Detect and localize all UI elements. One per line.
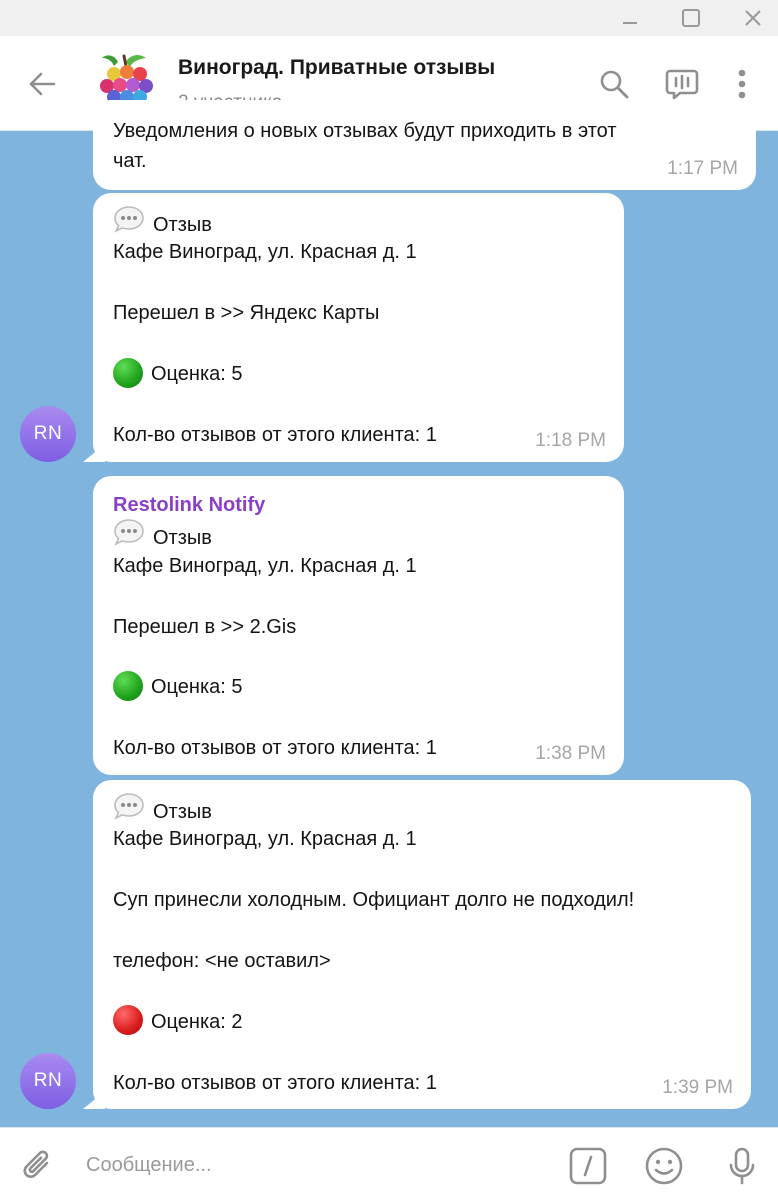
speech-bubble-icon <box>113 518 145 555</box>
video-chat-icon[interactable] <box>662 64 702 104</box>
review-header: Отзыв <box>113 206 437 237</box>
speech-bubble-icon <box>113 205 145 242</box>
rating-text: Оценка: 5 <box>151 676 243 699</box>
green-circle-icon <box>113 357 143 388</box>
message-input-bar <box>0 1127 778 1200</box>
search-icon[interactable] <box>594 64 634 104</box>
review-phone: телефон: <не оставил> <box>113 949 331 972</box>
message-time: 1:18 PM <box>535 429 606 451</box>
sender-name[interactable]: Restolink Notify <box>113 490 437 520</box>
review-rating: Оценка: 2 <box>113 1005 634 1037</box>
message-text: чат. <box>113 150 147 173</box>
avatar[interactable]: RN <box>20 1053 76 1109</box>
message-time: 1:39 PM <box>662 1076 733 1098</box>
review-count: Кол-во отзывов от этого клиента: 1 <box>113 1071 437 1094</box>
review-label: Отзыв <box>153 527 212 550</box>
avatar[interactable]: RN <box>20 406 76 462</box>
review-count: Кол-во отзывов от этого клиента: 1 <box>113 737 437 760</box>
message-bubble[interactable]: Отзыв Кафе Виноград, ул. Красная д. 1 Пе… <box>93 193 624 462</box>
review-place: Кафе Виноград, ул. Красная д. 1 <box>113 241 417 264</box>
red-circle-icon <box>113 1005 143 1036</box>
message-bubble[interactable]: Отзыв Кафе Виноград, ул. Красная д. 1 Су… <box>93 780 751 1109</box>
message-text: Уведомления о новых отзывах будут приход… <box>113 120 617 142</box>
review-label: Отзыв <box>153 213 212 236</box>
message-bubble[interactable]: Restolink Notify Отзыв Кафе Виноград, ул… <box>93 476 624 775</box>
rating-text: Оценка: 2 <box>151 1010 243 1033</box>
review-rating: Оценка: 5 <box>113 357 437 389</box>
review-place: Кафе Виноград, ул. Красная д. 1 <box>113 828 417 851</box>
review-text: Суп принесли холодным. Официант долго не… <box>113 889 635 912</box>
review-header: Отзыв <box>113 519 437 550</box>
microphone-icon[interactable] <box>720 1144 764 1188</box>
review-count: Кол-во отзывов от этого клиента: 1 <box>113 423 437 446</box>
green-circle-icon <box>113 671 143 702</box>
emoji-icon[interactable] <box>642 1144 686 1188</box>
rating-text: Оценка: 5 <box>151 362 243 385</box>
slash-commands-icon[interactable] <box>566 1144 610 1188</box>
paperclip-icon[interactable] <box>16 1144 60 1188</box>
review-header: Отзыв <box>113 793 634 824</box>
message-input[interactable] <box>86 1148 546 1182</box>
review-source: Перешел в >> Яндекс Карты <box>113 302 380 325</box>
review-label: Отзыв <box>153 800 212 823</box>
review-rating: Оценка: 5 <box>113 671 437 702</box>
review-place: Кафе Виноград, ул. Красная д. 1 <box>113 554 417 577</box>
maximize-icon[interactable] <box>663 0 719 36</box>
close-icon[interactable] <box>725 0 778 36</box>
chat-title[interactable]: Виноград. Приватные отзывы <box>178 56 495 80</box>
minimize-icon[interactable] <box>602 0 658 36</box>
review-source: Перешел в >> 2.Gis <box>113 615 297 638</box>
back-arrow-icon[interactable] <box>22 64 62 104</box>
more-vert-icon[interactable] <box>722 64 762 104</box>
speech-bubble-icon <box>113 792 145 829</box>
message-time: 1:17 PM <box>667 157 738 179</box>
message-time: 1:38 PM <box>535 742 606 764</box>
message-bubble[interactable]: Уведомления о новых отзывах будут приход… <box>93 100 756 190</box>
window-titlebar <box>0 0 778 36</box>
